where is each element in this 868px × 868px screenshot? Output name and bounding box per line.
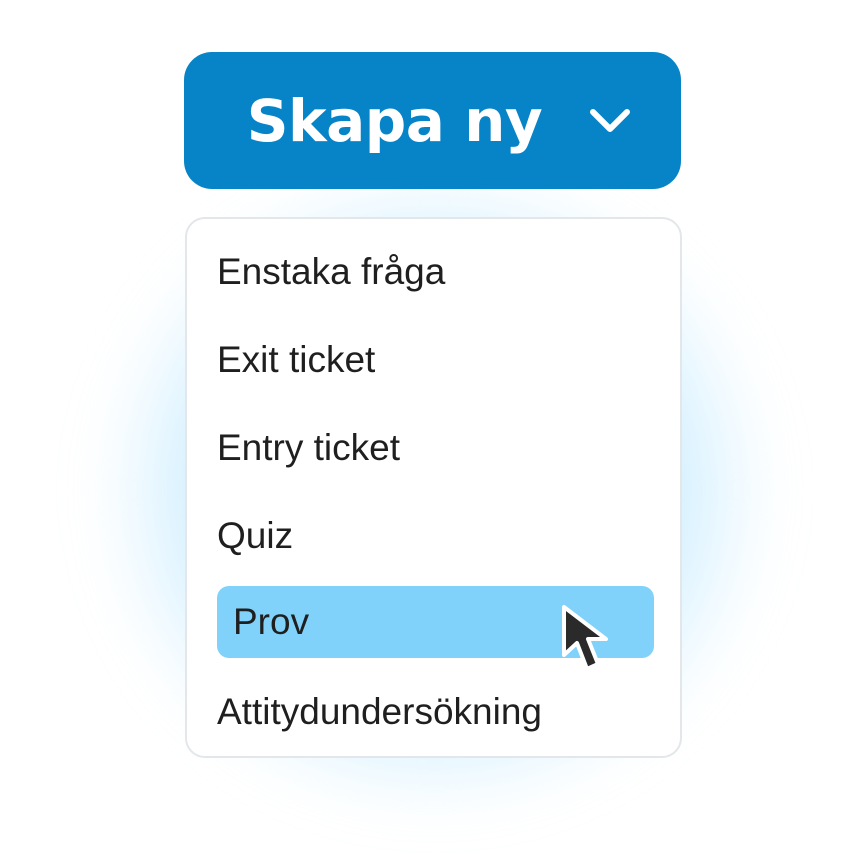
create-new-label: Skapa ny — [246, 86, 543, 155]
stage: Skapa ny Enstaka fråga Exit ticket Entry… — [0, 0, 868, 868]
menu-item-label: Enstaka fråga — [217, 251, 446, 292]
create-new-dropdown-button[interactable]: Skapa ny — [184, 52, 681, 189]
mouse-pointer-icon — [560, 603, 620, 677]
menu-item-single-question[interactable]: Enstaka fråga — [217, 236, 654, 308]
menu-item-label: Entry ticket — [217, 427, 400, 468]
menu-item-entry-ticket[interactable]: Entry ticket — [217, 412, 654, 484]
menu-item-label: Attitydundersökning — [217, 691, 542, 732]
menu-item-label: Quiz — [217, 515, 294, 556]
menu-item-label: Prov — [233, 601, 310, 642]
menu-item-exit-ticket[interactable]: Exit ticket — [217, 324, 654, 396]
menu-item-attitude-survey[interactable]: Attitydundersökning — [217, 676, 654, 748]
menu-item-label: Exit ticket — [217, 339, 376, 380]
menu-item-quiz[interactable]: Quiz — [217, 500, 654, 572]
chevron-down-icon — [588, 106, 632, 136]
